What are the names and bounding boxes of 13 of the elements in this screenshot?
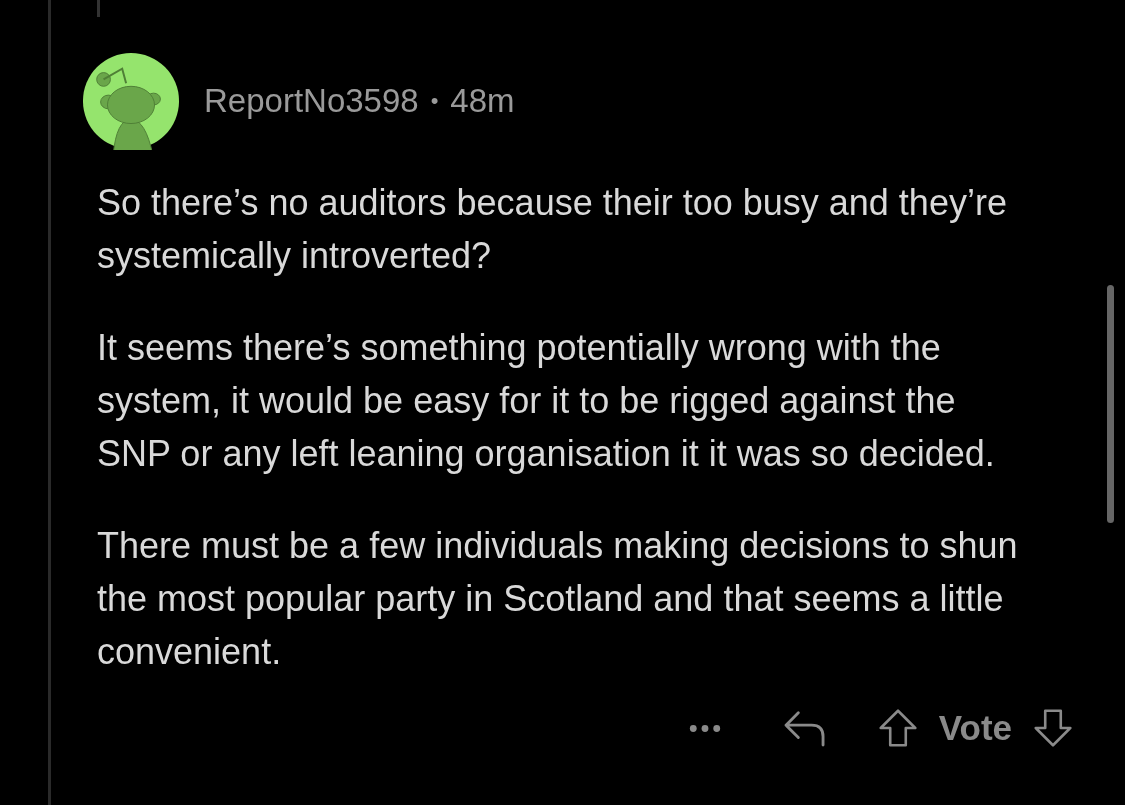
vote-label: Vote — [938, 708, 1012, 748]
more-icon[interactable] — [688, 723, 721, 733]
downvote-icon[interactable] — [1034, 707, 1072, 749]
comment-paragraph: It seems there’s something potentially wrong with the system, it would be easy for it to be rigged against the SNP or any left leaning organisation it it was so decided. — [97, 326, 996, 476]
comment-paragraph: So there’s no auditors because their too busy and they’re systemically introverted? — [97, 181, 1008, 278]
comment-author[interactable]: ReportNo3598 — [204, 82, 419, 120]
comment-paragraph: There must be a few individuals making decisions to shun the most popular party in Scotland and that seems a little convenient. — [97, 524, 1019, 674]
reply-icon[interactable] — [782, 709, 827, 747]
scrollbar[interactable] — [1107, 285, 1114, 523]
upvote-icon[interactable] — [878, 707, 917, 749]
comment-age: 48m — [450, 82, 515, 120]
separator-dot: • — [430, 88, 439, 114]
avatar-icon[interactable] — [82, 52, 180, 150]
